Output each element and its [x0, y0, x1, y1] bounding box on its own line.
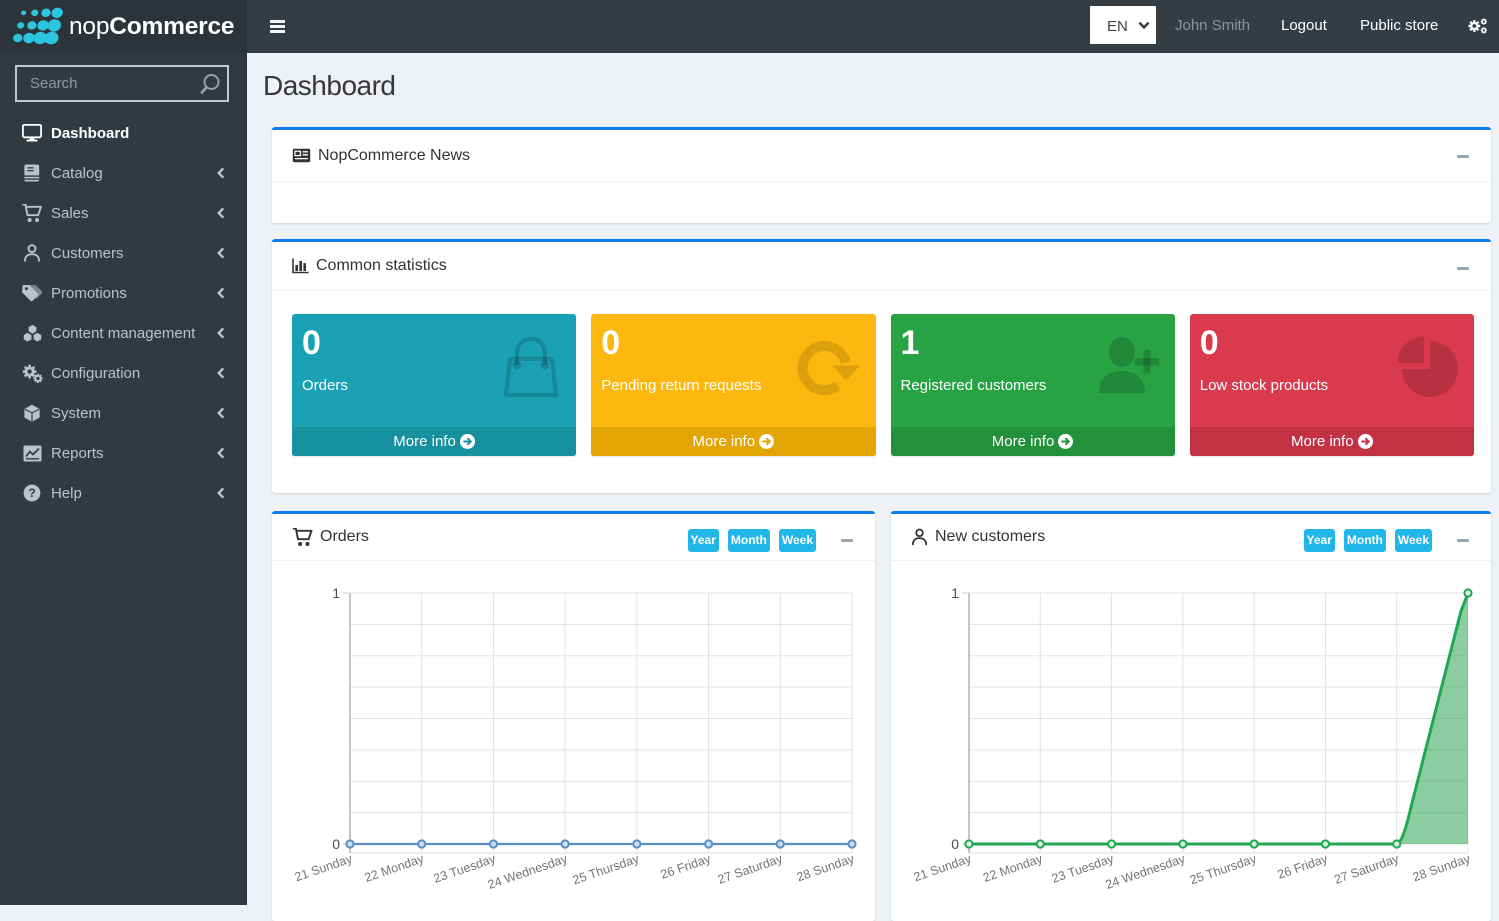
svg-text:1: 1 [332, 585, 340, 601]
svg-text:0: 0 [332, 836, 340, 852]
svg-text:24 Wednesday: 24 Wednesday [1104, 851, 1188, 892]
svg-text:28 Sunday: 28 Sunday [1411, 851, 1473, 884]
svg-text:?: ? [28, 486, 35, 500]
svg-text:26 Friday: 26 Friday [1276, 851, 1331, 881]
svg-text:1: 1 [951, 585, 959, 601]
svg-text:22 Monday: 22 Monday [981, 851, 1045, 885]
svg-text:25 Thursday: 25 Thursday [1188, 851, 1259, 887]
svg-text:28 Sunday: 28 Sunday [795, 851, 857, 884]
svg-text:24 Wednesday: 24 Wednesday [486, 851, 570, 892]
svg-text:21 Sunday: 21 Sunday [912, 851, 974, 884]
svg-text:26 Friday: 26 Friday [659, 851, 714, 881]
svg-text:27 Saturday: 27 Saturday [716, 851, 785, 886]
svg-text:22 Monday: 22 Monday [363, 851, 427, 885]
svg-text:27 Saturday: 27 Saturday [1332, 851, 1401, 886]
svg-text:21 Sunday: 21 Sunday [293, 851, 355, 884]
svg-text:0: 0 [951, 836, 959, 852]
svg-text:25 Thursday: 25 Thursday [571, 851, 642, 887]
